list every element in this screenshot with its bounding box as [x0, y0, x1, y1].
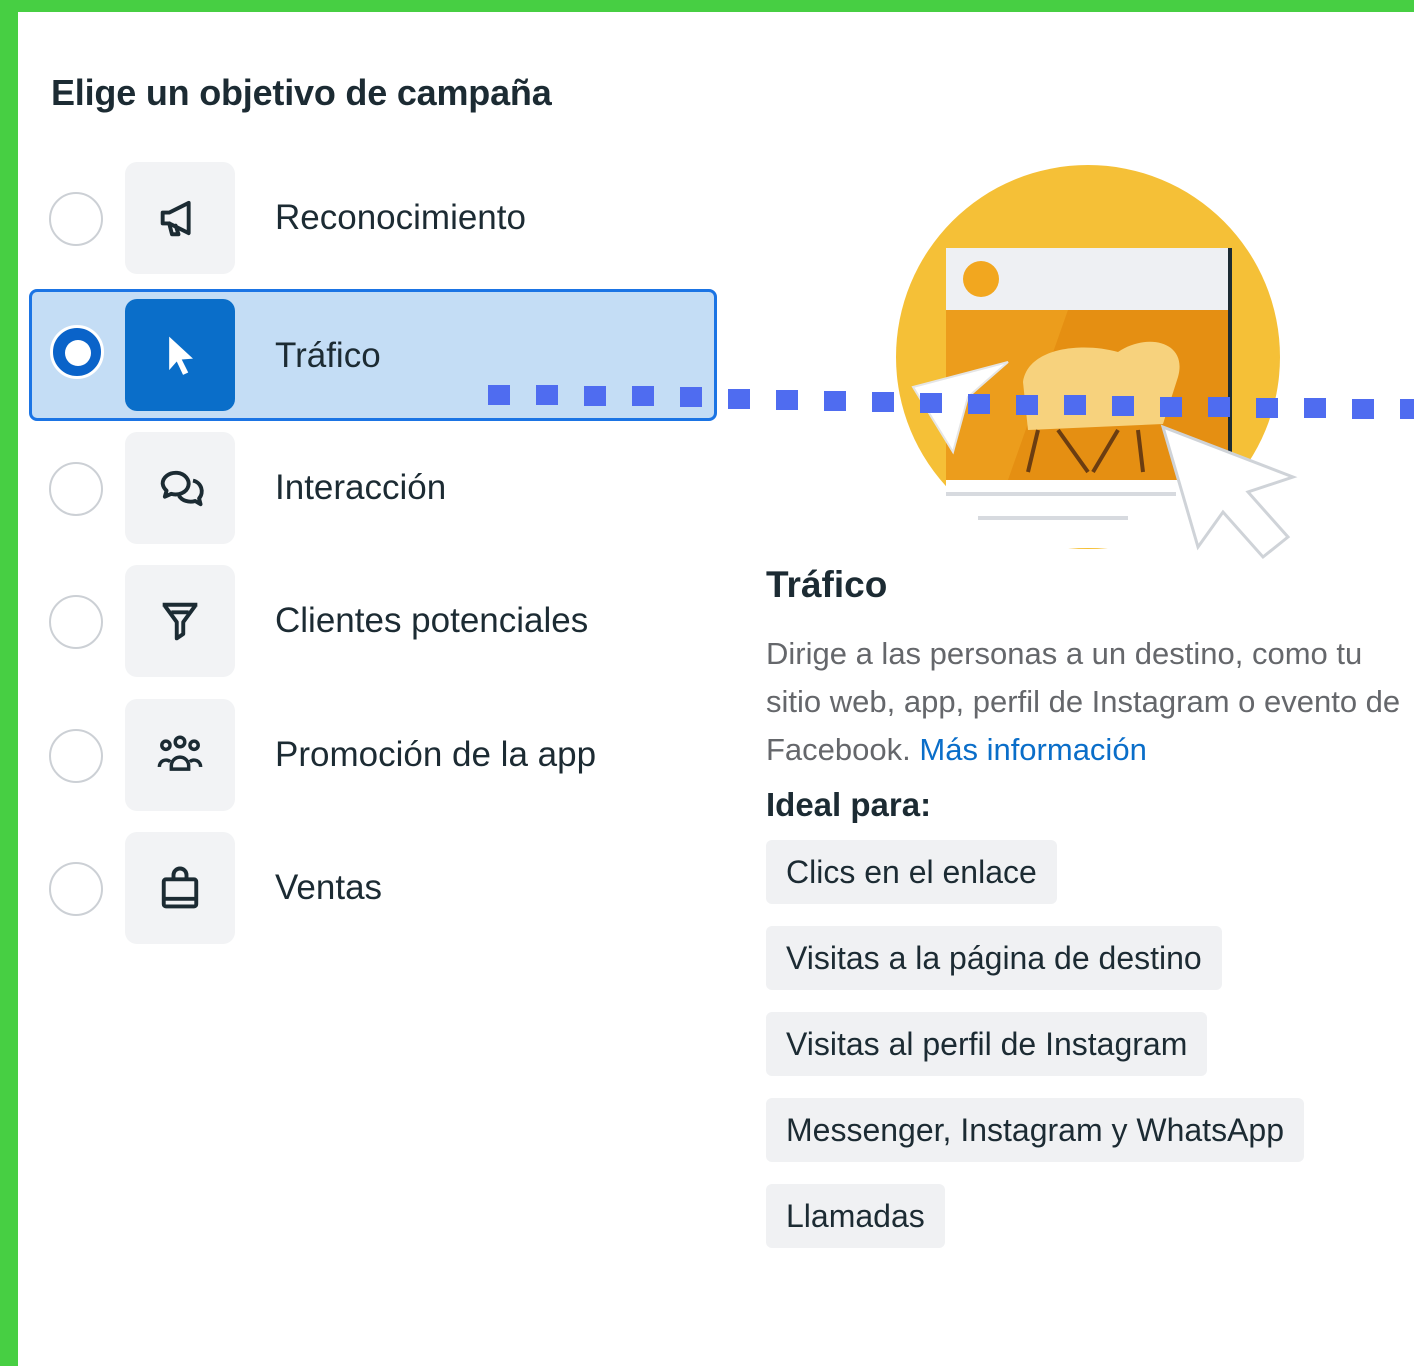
objective-option-promocion-app[interactable]: Promoción de la app	[18, 699, 718, 811]
radio-clientes-potenciales[interactable]	[49, 595, 103, 649]
objective-option-interaccion[interactable]: Interacción	[18, 432, 718, 544]
objective-label: Clientes potenciales	[275, 601, 589, 640]
radio-dot	[65, 340, 91, 366]
page-title: Elige un objetivo de campaña	[51, 72, 552, 113]
objective-option-ventas[interactable]: Ventas	[18, 832, 718, 944]
detail-description: Dirige a las personas a un destino, como…	[766, 630, 1406, 774]
objective-label: Promoción de la app	[275, 735, 597, 774]
ideal-chip: Llamadas	[766, 1184, 945, 1248]
ideal-chip: Visitas al perfil de Instagram	[766, 1012, 1208, 1076]
detail-title: Tráfico	[766, 564, 888, 605]
ideal-chip: Visitas a la página de destino	[766, 926, 1222, 990]
radio-reconocimiento[interactable]	[49, 192, 103, 246]
ideal-for-heading: Ideal para:	[766, 786, 932, 823]
funnel-icon	[125, 565, 235, 677]
ideal-chip: Clics en el enlace	[766, 840, 1057, 904]
megaphone-icon	[125, 162, 235, 274]
chat-bubbles-icon	[125, 432, 235, 544]
radio-interaccion[interactable]	[49, 462, 103, 516]
objective-label: Ventas	[275, 868, 383, 907]
objective-option-clientes-potenciales[interactable]: Clientes potenciales	[18, 565, 718, 677]
objective-label: Reconocimiento	[275, 198, 526, 237]
traffic-illustration	[896, 165, 1298, 560]
ideal-chip: Messenger, Instagram y WhatsApp	[766, 1098, 1304, 1162]
more-info-link[interactable]: Más información	[919, 732, 1146, 767]
shopping-bag-icon	[125, 832, 235, 944]
objective-label: Tráfico	[275, 336, 381, 375]
people-group-icon	[125, 699, 235, 811]
radio-trafico-selected[interactable]	[50, 325, 104, 379]
radio-promocion-app[interactable]	[49, 729, 103, 783]
objective-option-reconocimiento[interactable]: Reconocimiento	[18, 162, 718, 274]
radio-ventas[interactable]	[49, 862, 103, 916]
cursor-icon	[125, 299, 235, 411]
dotted-annotation-line	[488, 385, 1414, 419]
campaign-objective-panel: Elige un objetivo de campaña Reconocimie…	[18, 12, 1414, 1366]
objective-label: Interacción	[275, 468, 447, 507]
